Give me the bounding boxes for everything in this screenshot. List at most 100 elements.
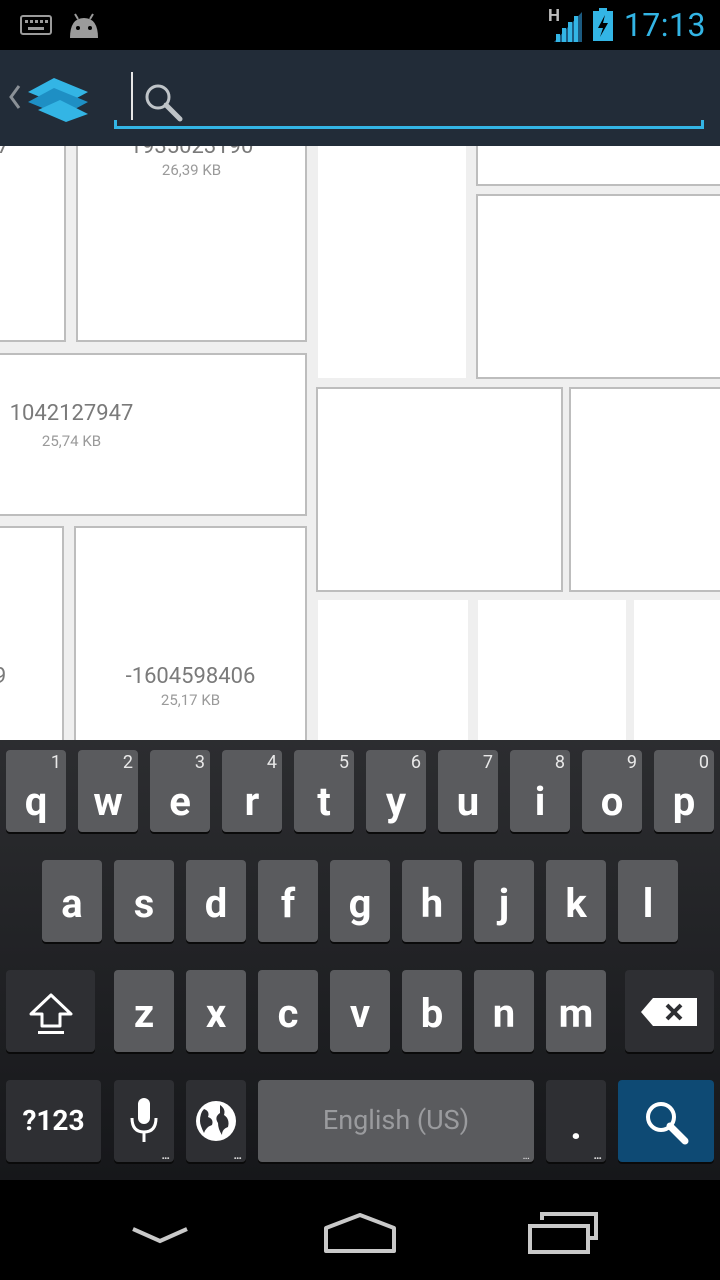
keyboard-icon	[20, 15, 52, 35]
key-e[interactable]: 3e	[150, 750, 210, 832]
more-indicator: ...	[161, 1148, 171, 1162]
key-f[interactable]: f	[258, 860, 318, 942]
text-cursor	[131, 72, 133, 120]
grid-item-name: 9	[0, 664, 32, 689]
key-j[interactable]: j	[474, 860, 534, 942]
key-label: k	[565, 880, 587, 927]
up-navigation-button[interactable]	[0, 50, 100, 146]
key-hint: 6	[410, 752, 421, 773]
grid-item[interactable]	[569, 387, 720, 592]
more-indicator: ...	[593, 1148, 603, 1162]
key-i[interactable]: 8i	[510, 750, 570, 832]
key-a[interactable]: a	[42, 860, 102, 942]
key-r[interactable]: 4r	[222, 750, 282, 832]
key-x[interactable]: x	[186, 970, 246, 1052]
key-p[interactable]: 0p	[654, 750, 714, 832]
key-d[interactable]: d	[186, 860, 246, 942]
android-icon	[70, 13, 98, 38]
key-t[interactable]: 5t	[294, 750, 354, 832]
key-label: e	[169, 778, 191, 825]
symbols-key[interactable]: ?123	[6, 1080, 101, 1162]
globe-icon	[196, 1101, 236, 1141]
key-y[interactable]: 6y	[366, 750, 426, 832]
navigation-bar	[0, 1180, 720, 1280]
key-hint: 8	[554, 752, 565, 773]
backspace-key[interactable]	[625, 970, 714, 1052]
search-icon	[646, 1102, 689, 1145]
key-label: t	[317, 778, 331, 825]
key-u[interactable]: 7u	[438, 750, 498, 832]
image-grid: 7 1935023190 26,39 KB 1042127947 25,74 K…	[0, 146, 720, 740]
key-g[interactable]: g	[330, 860, 390, 942]
microphone-key[interactable]: ...	[114, 1080, 174, 1162]
key-l[interactable]: l	[618, 860, 678, 942]
search-action-key[interactable]	[618, 1080, 714, 1162]
key-v[interactable]: v	[330, 970, 390, 1052]
search-input[interactable]	[114, 66, 704, 128]
microphone-icon	[130, 1098, 158, 1142]
key-label: i	[534, 778, 546, 825]
grid-item[interactable]: 9	[0, 526, 64, 740]
key-label: j	[498, 880, 510, 927]
more-indicator: ...	[522, 1148, 530, 1162]
battery-charging-icon	[593, 8, 613, 41]
grid-item[interactable]	[476, 194, 720, 379]
recent-apps-button[interactable]	[512, 1200, 612, 1270]
key-label: o	[600, 778, 624, 825]
key-h[interactable]: h	[402, 860, 462, 942]
key-q[interactable]: 1q	[6, 750, 66, 832]
key-label: f	[280, 880, 296, 927]
key-label: h	[420, 880, 444, 927]
key-label: p	[672, 778, 696, 825]
language-key[interactable]: ...	[186, 1080, 246, 1162]
key-hint: 4	[266, 752, 277, 773]
key-hint: 7	[482, 752, 493, 773]
app-logo-icon	[28, 78, 88, 122]
grid-item[interactable]	[478, 600, 626, 740]
key-label: s	[133, 880, 155, 927]
back-chevron-icon	[132, 1227, 188, 1244]
grid-item[interactable]	[318, 146, 466, 378]
key-hint: 2	[122, 752, 133, 773]
grid-item[interactable]: -1604598406 25,17 KB	[74, 526, 307, 740]
clock: 17:13	[623, 6, 706, 44]
soft-keyboard: 1q 2w 3e 4r 5t 6y 7u 8i 9o 0p a s d f g …	[0, 740, 720, 1180]
key-s[interactable]: s	[114, 860, 174, 942]
grid-item-name: 1935023190	[129, 146, 254, 159]
key-z[interactable]: z	[114, 970, 174, 1052]
signal-icon	[554, 12, 582, 42]
key-label: z	[133, 990, 155, 1037]
grid-item[interactable]	[318, 600, 468, 740]
key-label: g	[348, 880, 372, 927]
key-label: l	[642, 880, 654, 927]
key-b[interactable]: b	[402, 970, 462, 1052]
key-c[interactable]: c	[258, 970, 318, 1052]
more-indicator: ...	[233, 1148, 243, 1162]
home-button[interactable]	[310, 1200, 410, 1270]
grid-item[interactable]: 1935023190 26,39 KB	[76, 146, 307, 342]
grid-item[interactable]: 1042127947 25,74 KB	[0, 353, 307, 516]
key-label: English (US)	[322, 1104, 470, 1136]
key-n[interactable]: n	[474, 970, 534, 1052]
key-label: b	[420, 990, 444, 1037]
period-key[interactable]: . ...	[546, 1080, 606, 1162]
key-m[interactable]: m	[546, 970, 606, 1052]
key-o[interactable]: 9o	[582, 750, 642, 832]
key-label: v	[349, 990, 371, 1037]
space-key[interactable]: English (US) ...	[258, 1080, 534, 1162]
key-k[interactable]: k	[546, 860, 606, 942]
grid-item[interactable]	[316, 387, 563, 592]
key-label: u	[456, 778, 480, 825]
key-hint: 3	[194, 752, 205, 773]
hide-keyboard-button[interactable]	[110, 1200, 210, 1270]
grid-item-size: 25,17 KB	[160, 691, 221, 709]
shift-icon	[29, 993, 73, 1034]
grid-item[interactable]: 7	[0, 146, 66, 342]
key-label: w	[93, 778, 123, 825]
key-label: n	[492, 990, 516, 1037]
grid-item[interactable]	[634, 600, 720, 740]
shift-key[interactable]	[6, 970, 95, 1052]
status-bar: H 17:13	[0, 0, 720, 50]
grid-item[interactable]	[476, 146, 720, 186]
key-w[interactable]: 2w	[78, 750, 138, 832]
